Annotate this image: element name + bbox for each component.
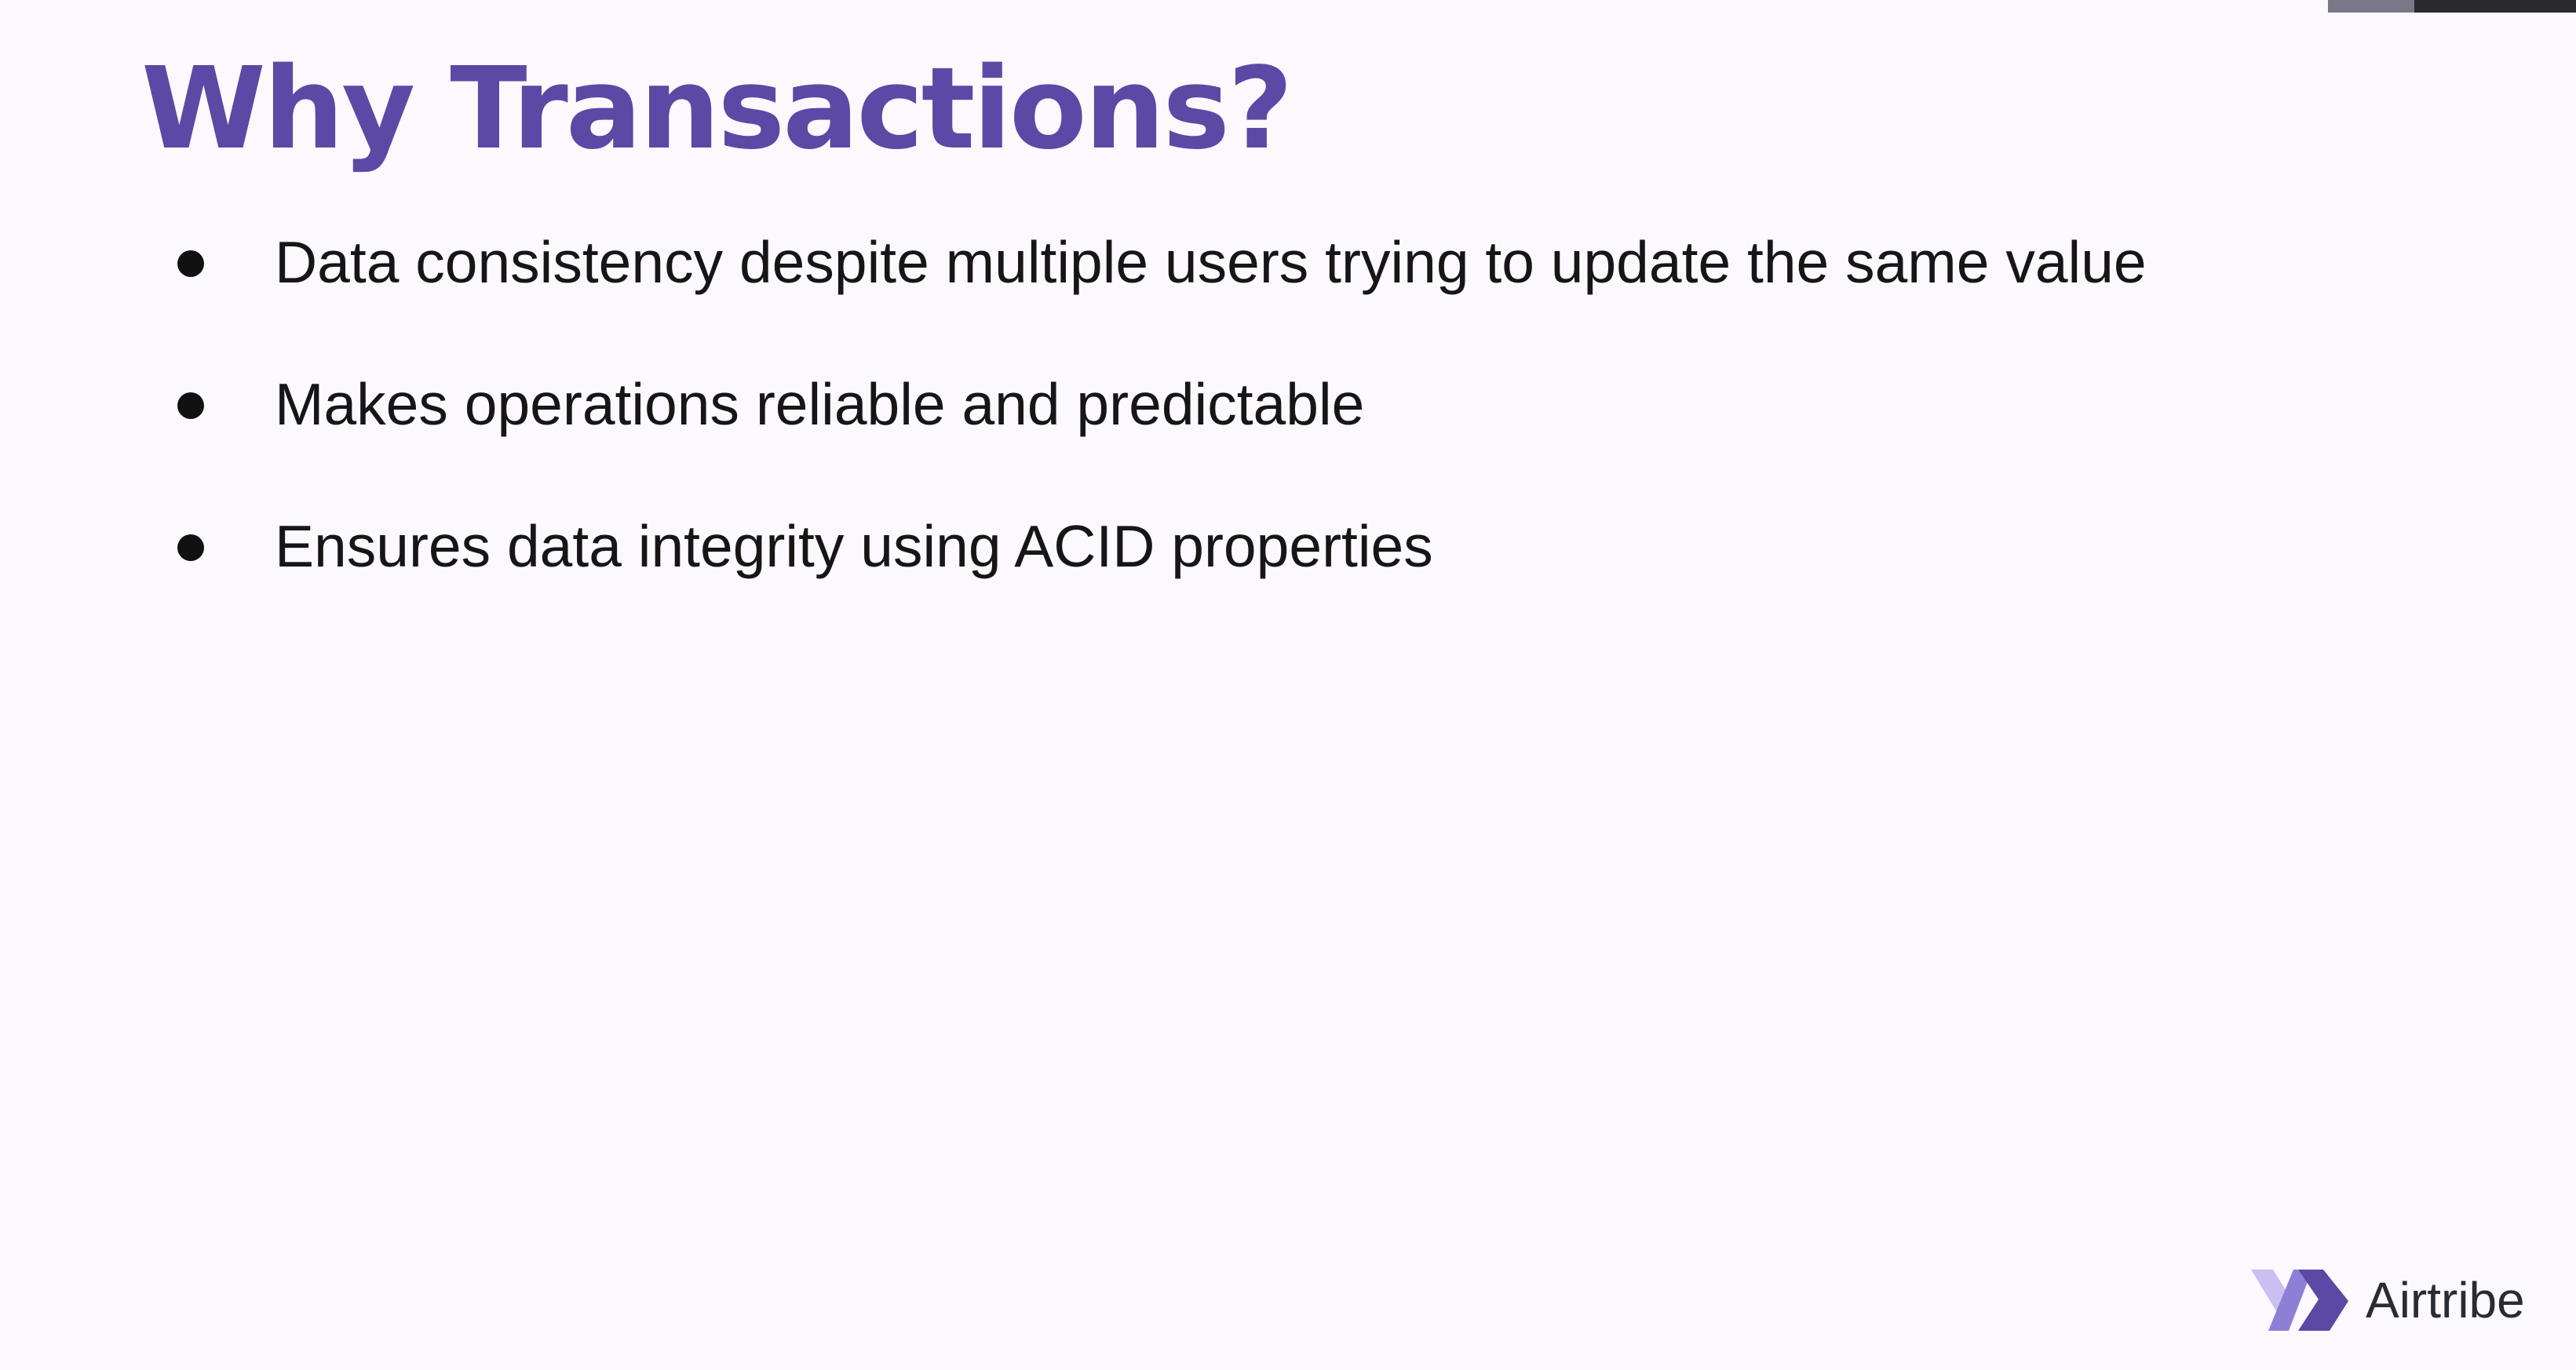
airtribe-logo-icon — [2251, 1270, 2348, 1331]
bullet-item: Data consistency despite multiple users … — [0, 223, 2355, 301]
brand-footer: Airtribe — [2251, 1265, 2549, 1335]
brand-name: Airtribe — [2366, 1272, 2525, 1328]
bullet-dot-icon — [177, 392, 204, 419]
bullet-item: Makes operations reliable and predictabl… — [0, 365, 2355, 443]
webcam-name-label — [2328, 0, 2414, 13]
presentation-slide: Why Transactions? Data consistency despi… — [0, 0, 2576, 1370]
bullet-text: Ensures data integrity using ACID proper… — [275, 513, 1433, 579]
slide-title: Why Transactions? — [141, 42, 1293, 174]
bullet-dot-icon — [177, 534, 204, 561]
bullet-text: Data consistency despite multiple users … — [275, 229, 2147, 295]
bullet-text: Makes operations reliable and predictabl… — [275, 371, 1365, 437]
bullet-dot-icon — [177, 250, 204, 277]
bullet-item: Ensures data integrity using ACID proper… — [0, 507, 2355, 585]
